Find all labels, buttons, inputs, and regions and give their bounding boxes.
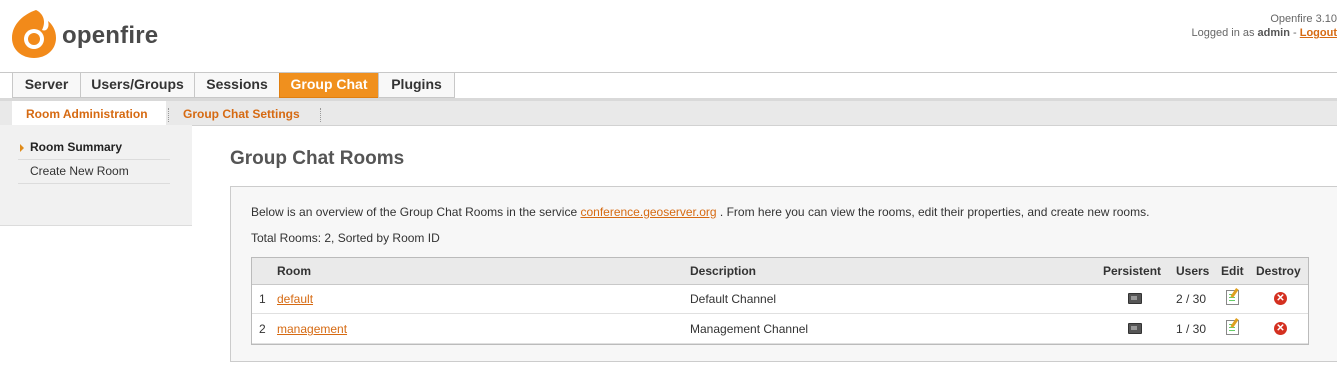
sub-tab-bar: Room Administration Group Chat Settings bbox=[0, 101, 1337, 126]
row-number: 2 bbox=[259, 322, 266, 336]
edit-icon[interactable] bbox=[1226, 290, 1239, 305]
description-cell: Management Channel bbox=[690, 322, 809, 336]
intro-after: . From here you can view the rooms, edit… bbox=[716, 205, 1150, 219]
sidebar-item-create-new-room[interactable]: Create New Room bbox=[18, 159, 170, 184]
logout-link[interactable]: Logout bbox=[1300, 27, 1337, 39]
row-number: 1 bbox=[259, 292, 266, 306]
main-tab-bar: Server Users/Groups Sessions Group Chat … bbox=[0, 72, 1337, 99]
tab-sessions[interactable]: Sessions bbox=[194, 73, 280, 98]
table-row: 2 management Management Channel 1 / 30 ✕ bbox=[252, 314, 1308, 344]
tab-users-groups[interactable]: Users/Groups bbox=[80, 73, 195, 98]
tab-server[interactable]: Server bbox=[12, 73, 81, 98]
sidebar: Room Summary Create New Room bbox=[0, 125, 192, 226]
rooms-table: Room Description Persistent Users Edit D… bbox=[251, 257, 1309, 345]
logo-text: openfire bbox=[62, 22, 159, 49]
subtab-room-administration[interactable]: Room Administration bbox=[12, 101, 166, 125]
intro-before: Below is an overview of the Group Chat R… bbox=[251, 205, 581, 219]
col-edit: Edit bbox=[1221, 264, 1244, 278]
tab-group-chat[interactable]: Group Chat bbox=[279, 73, 379, 98]
login-prefix: Logged in as bbox=[1191, 27, 1258, 39]
page-title: Group Chat Rooms bbox=[230, 148, 405, 169]
username: admin bbox=[1257, 27, 1290, 39]
persistent-icon bbox=[1128, 293, 1142, 304]
users-cell: 2 / 30 bbox=[1176, 292, 1207, 306]
sidebar-item-room-summary[interactable]: Room Summary bbox=[18, 135, 170, 160]
description-cell: Default Channel bbox=[690, 292, 777, 306]
persistent-icon bbox=[1128, 323, 1142, 334]
destroy-icon[interactable]: ✕ bbox=[1274, 322, 1287, 335]
header-info: Openfire 3.10 Logged in as admin - Logou… bbox=[1191, 12, 1337, 40]
service-link[interactable]: conference.geoserver.org bbox=[580, 205, 716, 219]
col-description: Description bbox=[690, 264, 757, 278]
arrow-right-icon bbox=[20, 144, 24, 152]
col-room: Room bbox=[277, 264, 311, 278]
subtab-group-chat-settings[interactable]: Group Chat Settings bbox=[183, 101, 300, 125]
room-link[interactable]: management bbox=[277, 322, 347, 336]
subtab-separator bbox=[320, 108, 321, 122]
room-link[interactable]: default bbox=[277, 292, 313, 306]
col-users: Users bbox=[1176, 264, 1210, 278]
intro-text: Below is an overview of the Group Chat R… bbox=[251, 205, 1149, 219]
login-separator: - bbox=[1289, 27, 1300, 39]
room-cell: default bbox=[277, 292, 313, 306]
total-rooms-text: Total Rooms: 2, Sorted by Room ID bbox=[251, 231, 440, 245]
subtab-separator bbox=[168, 108, 169, 122]
table-header: Room Description Persistent Users Edit D… bbox=[252, 258, 1308, 285]
sidebar-item-label: Create New Room bbox=[30, 164, 129, 178]
col-destroy: Destroy bbox=[1256, 264, 1301, 278]
col-persistent: Persistent bbox=[1103, 264, 1162, 278]
sidebar-item-label: Room Summary bbox=[30, 140, 123, 154]
header: openfire Openfire 3.10 Logged in as admi… bbox=[0, 0, 1337, 72]
room-cell: management bbox=[277, 322, 347, 336]
tab-plugins[interactable]: Plugins bbox=[378, 73, 455, 98]
table-row: 1 default Default Channel 2 / 30 ✕ bbox=[252, 284, 1308, 314]
users-cell: 1 / 30 bbox=[1176, 322, 1207, 336]
login-status: Logged in as admin - Logout bbox=[1191, 26, 1337, 40]
edit-icon[interactable] bbox=[1226, 320, 1239, 335]
destroy-icon[interactable]: ✕ bbox=[1274, 292, 1287, 305]
version-text: Openfire 3.10 bbox=[1270, 13, 1337, 25]
